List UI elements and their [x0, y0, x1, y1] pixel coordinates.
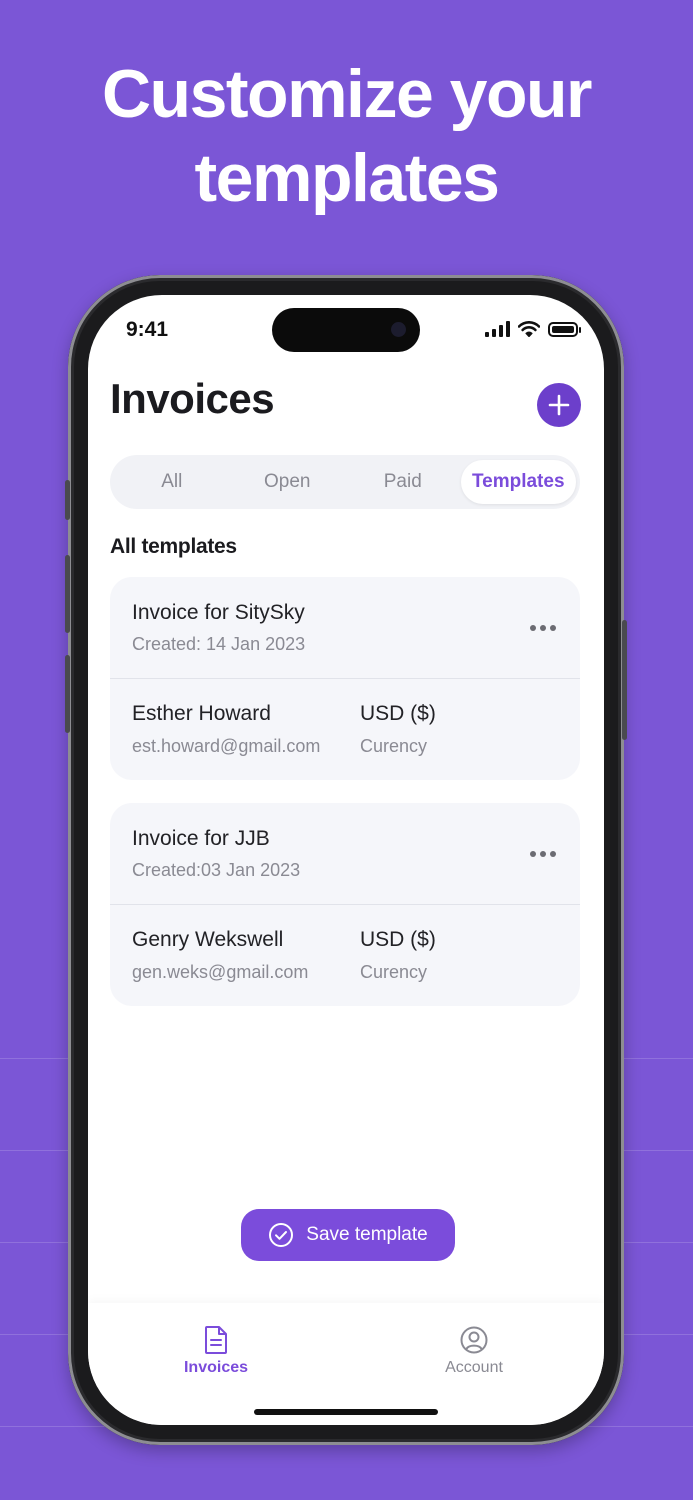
tab-all[interactable]: All — [114, 460, 230, 504]
phone-volume-down-button — [65, 655, 70, 733]
nav-account[interactable]: Account — [414, 1325, 534, 1377]
currency-value: USD ($) — [360, 928, 436, 951]
currency-label: Curency — [360, 736, 428, 756]
phone-screen: 9:41 Invoices All Open Paid Templates Al… — [88, 295, 604, 1425]
tab-open[interactable]: Open — [230, 460, 346, 504]
card-divider — [110, 904, 580, 905]
document-icon — [205, 1326, 227, 1354]
section-title: All templates — [110, 535, 237, 558]
tab-paid[interactable]: Paid — [345, 460, 461, 504]
page-title: Invoices — [110, 375, 275, 422]
invoice-filter-tabs: All Open Paid Templates — [110, 455, 580, 509]
more-options-icon[interactable] — [530, 625, 556, 631]
user-icon — [460, 1326, 488, 1354]
more-options-icon[interactable] — [530, 851, 556, 857]
phone-power-button — [622, 620, 627, 740]
nav-account-label: Account — [445, 1359, 503, 1376]
tab-templates[interactable]: Templates — [460, 460, 576, 504]
battery-icon — [548, 321, 581, 337]
wifi-icon — [518, 321, 540, 337]
status-time: 9:41 — [126, 318, 169, 341]
phone-side-button — [65, 480, 70, 520]
nav-invoices[interactable]: Invoices — [156, 1325, 276, 1377]
headline-line-1: Customize your — [101, 56, 593, 132]
signal-icon — [485, 321, 510, 337]
client-name: Esther Howard — [132, 702, 271, 725]
dynamic-island — [272, 308, 420, 352]
client-email: est.howard@gmail.com — [132, 736, 321, 756]
status-icons — [485, 321, 581, 337]
headline-line-2: templates — [194, 140, 500, 216]
template-title: Invoice for SitySky — [132, 601, 305, 624]
card-divider — [110, 678, 580, 679]
camera-dot — [391, 322, 406, 337]
phone-frame: 9:41 Invoices All Open Paid Templates Al… — [65, 275, 627, 1445]
nav-invoices-label: Invoices — [183, 1359, 249, 1376]
bottom-navigation: Invoices Account — [88, 1303, 604, 1425]
save-template-button[interactable]: Save template — [241, 1209, 455, 1261]
plus-icon — [548, 394, 570, 416]
client-name: Genry Wekswell — [132, 928, 284, 951]
template-created-date: Created:03 Jan 2023 — [132, 860, 301, 880]
phone-volume-up-button — [65, 555, 70, 633]
currency-value: USD ($) — [360, 702, 436, 725]
promo-headline: Customize your templates — [0, 52, 693, 220]
currency-label: Curency — [360, 962, 428, 982]
client-email: gen.weks@gmail.com — [132, 962, 309, 982]
template-card[interactable]: Invoice for JJB Created:03 Jan 2023 Genr… — [110, 803, 580, 1006]
add-invoice-button[interactable] — [537, 383, 581, 427]
check-circle-icon — [269, 1223, 294, 1247]
template-created-date: Created: 14 Jan 2023 — [132, 634, 306, 654]
template-title: Invoice for JJB — [132, 827, 270, 850]
save-template-label: Save template — [306, 1224, 428, 1245]
template-card[interactable]: Invoice for SitySky Created: 14 Jan 2023… — [110, 577, 580, 780]
home-indicator — [254, 1409, 438, 1415]
